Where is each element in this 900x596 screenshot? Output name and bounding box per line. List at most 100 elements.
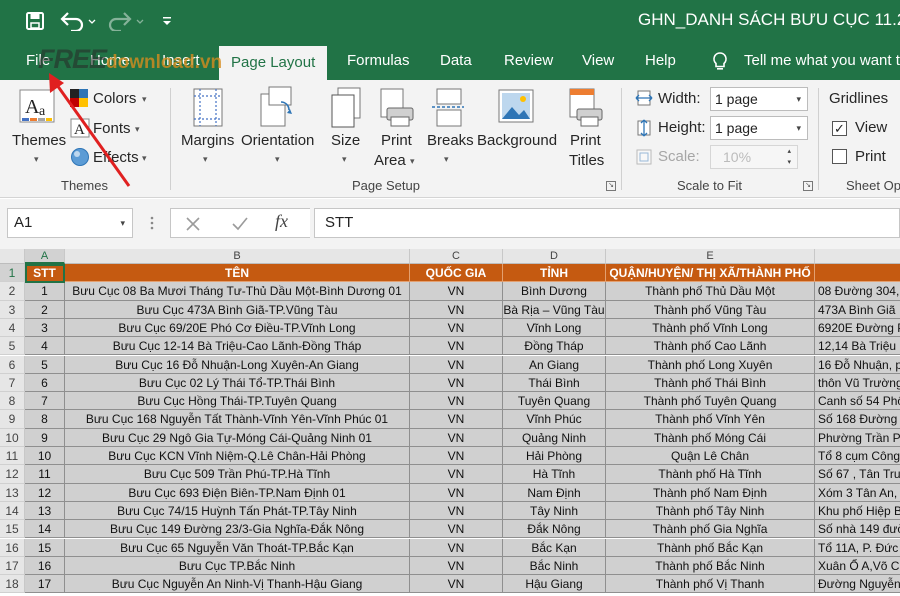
table-cell[interactable]: VN <box>410 318 503 338</box>
row-header[interactable]: 10 <box>0 428 25 447</box>
table-cell[interactable]: VN <box>410 501 503 521</box>
table-cell[interactable]: Canh số 54 Phố <box>815 392 900 411</box>
table-cell[interactable]: 13 <box>25 501 65 521</box>
row-header[interactable]: 18 <box>0 575 25 594</box>
table-cell[interactable]: 7 <box>25 392 65 411</box>
table-cell[interactable]: Quảng Ninh <box>503 428 606 447</box>
row-header[interactable]: 8 <box>0 392 25 411</box>
table-cell[interactable]: 12 <box>25 483 65 502</box>
row-header[interactable]: 13 <box>0 483 25 502</box>
margins-button[interactable]: Margins <box>181 132 234 149</box>
fonts-button[interactable]: Fonts <box>93 120 131 137</box>
orientation-button[interactable]: Orientation <box>241 132 314 149</box>
table-cell[interactable]: Tổ 8 cụm Công <box>815 447 900 466</box>
table-cell[interactable]: 10 <box>25 447 65 466</box>
table-cell[interactable]: Bưu Cục 74/15 Huỳnh Tấn Phát-TP.Tây Ninh <box>65 501 410 521</box>
table-cell[interactable]: Vĩnh Phúc <box>503 410 606 429</box>
tab-review[interactable]: Review <box>504 42 553 80</box>
table-cell[interactable]: Thành phố Thái Bình <box>606 373 815 393</box>
gridlines-print-checkbox[interactable] <box>832 149 847 164</box>
scale-to-fit-launcher-icon[interactable]: ↘ <box>803 181 813 191</box>
print-titles-label-2[interactable]: Titles <box>569 152 604 169</box>
table-cell[interactable]: Bưu Cục 08 Ba Mươi Tháng Tư-Thủ Dầu Một-… <box>65 282 410 301</box>
table-cell[interactable]: 11 <box>25 465 65 484</box>
height-dropdown[interactable]: 1 page ▾ <box>710 116 808 140</box>
formula-input[interactable]: STT <box>314 208 900 238</box>
table-cell[interactable]: VN <box>410 483 503 502</box>
table-cell[interactable]: 3 <box>25 318 65 338</box>
print-area-button[interactable]: Print <box>381 132 412 149</box>
table-cell[interactable]: 16 <box>25 556 65 576</box>
table-cell[interactable]: thôn Vũ Trường <box>815 373 900 393</box>
customize-qat-icon[interactable] <box>158 9 176 33</box>
table-cell[interactable]: 6920E Đường P <box>815 318 900 338</box>
table-cell[interactable]: Thành phố Vĩnh Long <box>606 318 815 338</box>
row-header[interactable]: 4 <box>0 318 25 338</box>
row-header[interactable]: 16 <box>0 538 25 557</box>
cancel-icon[interactable] <box>185 216 201 237</box>
table-cell[interactable]: 9 <box>25 428 65 447</box>
table-cell[interactable]: Số nhà 149 đườ <box>815 520 900 539</box>
header-cell[interactable]: STT <box>25 264 65 283</box>
tab-formulas[interactable]: Formulas <box>347 42 410 80</box>
table-cell[interactable]: Phường Trần P <box>815 428 900 447</box>
table-cell[interactable]: Đắk Nông <box>503 520 606 539</box>
table-cell[interactable]: Thành phố Vị Thanh <box>606 575 815 594</box>
table-cell[interactable]: VN <box>410 282 503 301</box>
table-cell[interactable]: Thành phố Bắc Ninh <box>606 556 815 576</box>
table-cell[interactable]: Thành phố Long Xuyên <box>606 355 815 374</box>
table-cell[interactable]: Thành phố Tuyên Quang <box>606 392 815 411</box>
table-cell[interactable]: 473A Bình Giã <box>815 300 900 319</box>
row-header[interactable]: 2 <box>0 282 25 301</box>
table-cell[interactable]: 2 <box>25 300 65 319</box>
table-cell[interactable]: VN <box>410 428 503 447</box>
column-header[interactable] <box>815 249 900 264</box>
table-cell[interactable]: Thành phố Tây Ninh <box>606 501 815 521</box>
table-cell[interactable]: An Giang <box>503 355 606 374</box>
column-header[interactable]: C <box>410 249 503 264</box>
table-cell[interactable]: Tổ 11A, P. Đức <box>815 538 900 557</box>
row-header[interactable]: 12 <box>0 465 25 484</box>
table-cell[interactable]: Hà Tĩnh <box>503 465 606 484</box>
table-cell[interactable]: Thành phố Móng Cái <box>606 428 815 447</box>
table-cell[interactable]: Thành phố Gia Nghĩa <box>606 520 815 539</box>
header-cell[interactable] <box>815 264 900 283</box>
table-cell[interactable]: VN <box>410 538 503 557</box>
row-header[interactable]: 17 <box>0 556 25 576</box>
table-cell[interactable]: VN <box>410 337 503 356</box>
table-cell[interactable]: Bưu Cục KCN Vĩnh Niệm-Q.Lê Chân-Hải Phòn… <box>65 447 410 466</box>
column-header[interactable]: B <box>65 249 410 264</box>
table-cell[interactable]: VN <box>410 410 503 429</box>
table-cell[interactable]: VN <box>410 520 503 539</box>
header-cell[interactable]: TÊN <box>65 264 410 283</box>
table-cell[interactable]: Thành phố Thủ Dầu Một <box>606 282 815 301</box>
table-cell[interactable]: VN <box>410 556 503 576</box>
row-header[interactable]: 14 <box>0 501 25 521</box>
table-cell[interactable]: 16 Đỗ Nhuận, p <box>815 355 900 374</box>
table-cell[interactable]: 6 <box>25 373 65 393</box>
table-cell[interactable]: VN <box>410 447 503 466</box>
formula-bar-grip-icon[interactable] <box>150 215 154 231</box>
table-cell[interactable]: Bình Dương <box>503 282 606 301</box>
table-cell[interactable]: Bưu Cục Nguyễn An Ninh-Vị Thanh-Hậu Gian… <box>65 575 410 594</box>
table-cell[interactable]: Tuyên Quang <box>503 392 606 411</box>
table-cell[interactable]: 15 <box>25 538 65 557</box>
tab-data[interactable]: Data <box>440 42 472 80</box>
row-header[interactable]: 9 <box>0 410 25 429</box>
tab-help[interactable]: Help <box>645 42 676 80</box>
row-header[interactable]: 7 <box>0 373 25 393</box>
background-button[interactable]: Background <box>477 132 557 149</box>
table-cell[interactable]: Thành phố Bắc Kạn <box>606 538 815 557</box>
redo-icon[interactable] <box>106 9 146 33</box>
row-header[interactable]: 6 <box>0 355 25 374</box>
enter-icon[interactable] <box>231 216 249 237</box>
column-header[interactable]: E <box>606 249 815 264</box>
table-cell[interactable]: Bưu Cục 149 Đường 23/3-Gia Nghĩa-Đắk Nôn… <box>65 520 410 539</box>
table-cell[interactable]: Bưu Cục 12-14 Bà Triệu-Cao Lãnh-Đồng Thá… <box>65 337 410 356</box>
table-cell[interactable]: Thành phố Hà Tĩnh <box>606 465 815 484</box>
table-cell[interactable]: 12,14 Bà Triệu <box>815 337 900 356</box>
table-cell[interactable]: Bưu Cục 693 Điện Biên-TP.Nam Định 01 <box>65 483 410 502</box>
header-cell[interactable]: QUỐC GIA <box>410 264 503 283</box>
table-cell[interactable]: Xuân Ổ A,Võ Cư <box>815 556 900 576</box>
table-cell[interactable]: VN <box>410 575 503 594</box>
